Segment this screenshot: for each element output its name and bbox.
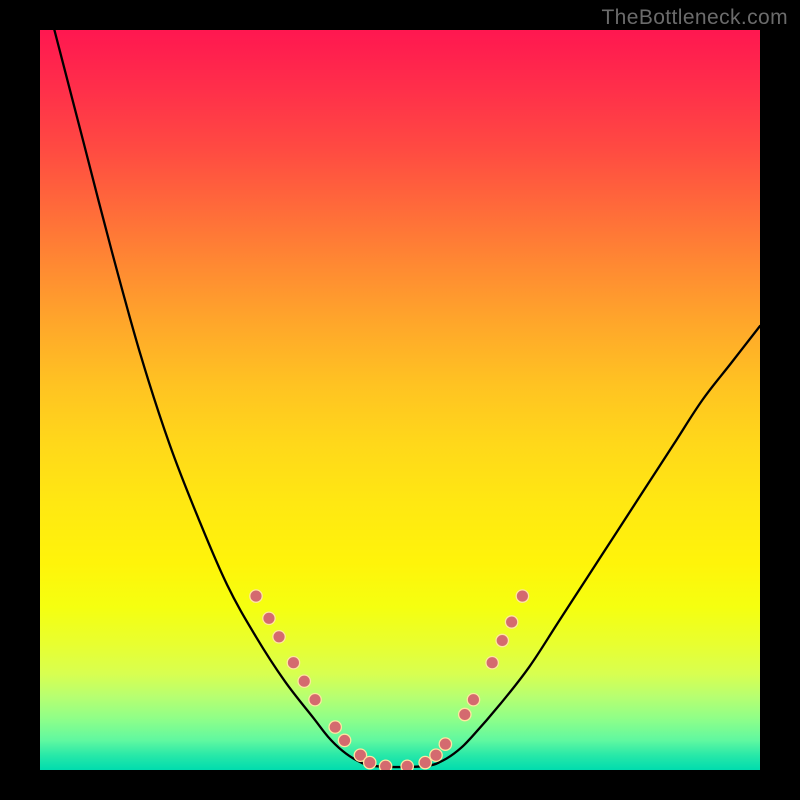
data-marker <box>430 749 442 761</box>
data-marker <box>309 694 321 706</box>
data-marker <box>250 590 262 602</box>
data-marker <box>496 634 508 646</box>
marker-group <box>250 590 529 770</box>
data-marker <box>338 734 350 746</box>
attribution-label: TheBottleneck.com <box>601 6 788 30</box>
data-marker <box>379 760 391 770</box>
data-marker <box>459 708 471 720</box>
data-marker <box>263 612 275 624</box>
data-marker <box>298 675 310 687</box>
data-marker <box>439 738 451 750</box>
bottleneck-curve <box>54 30 760 767</box>
data-marker <box>329 721 341 733</box>
data-marker <box>364 756 376 768</box>
data-marker <box>505 616 517 628</box>
data-marker <box>287 657 299 669</box>
data-marker <box>486 657 498 669</box>
curve-group <box>54 30 760 767</box>
data-marker <box>273 631 285 643</box>
chart-svg <box>40 30 760 770</box>
data-marker <box>467 694 479 706</box>
data-marker <box>401 760 413 770</box>
data-marker <box>516 590 528 602</box>
chart-plot-area <box>40 30 760 770</box>
data-marker <box>419 756 431 768</box>
